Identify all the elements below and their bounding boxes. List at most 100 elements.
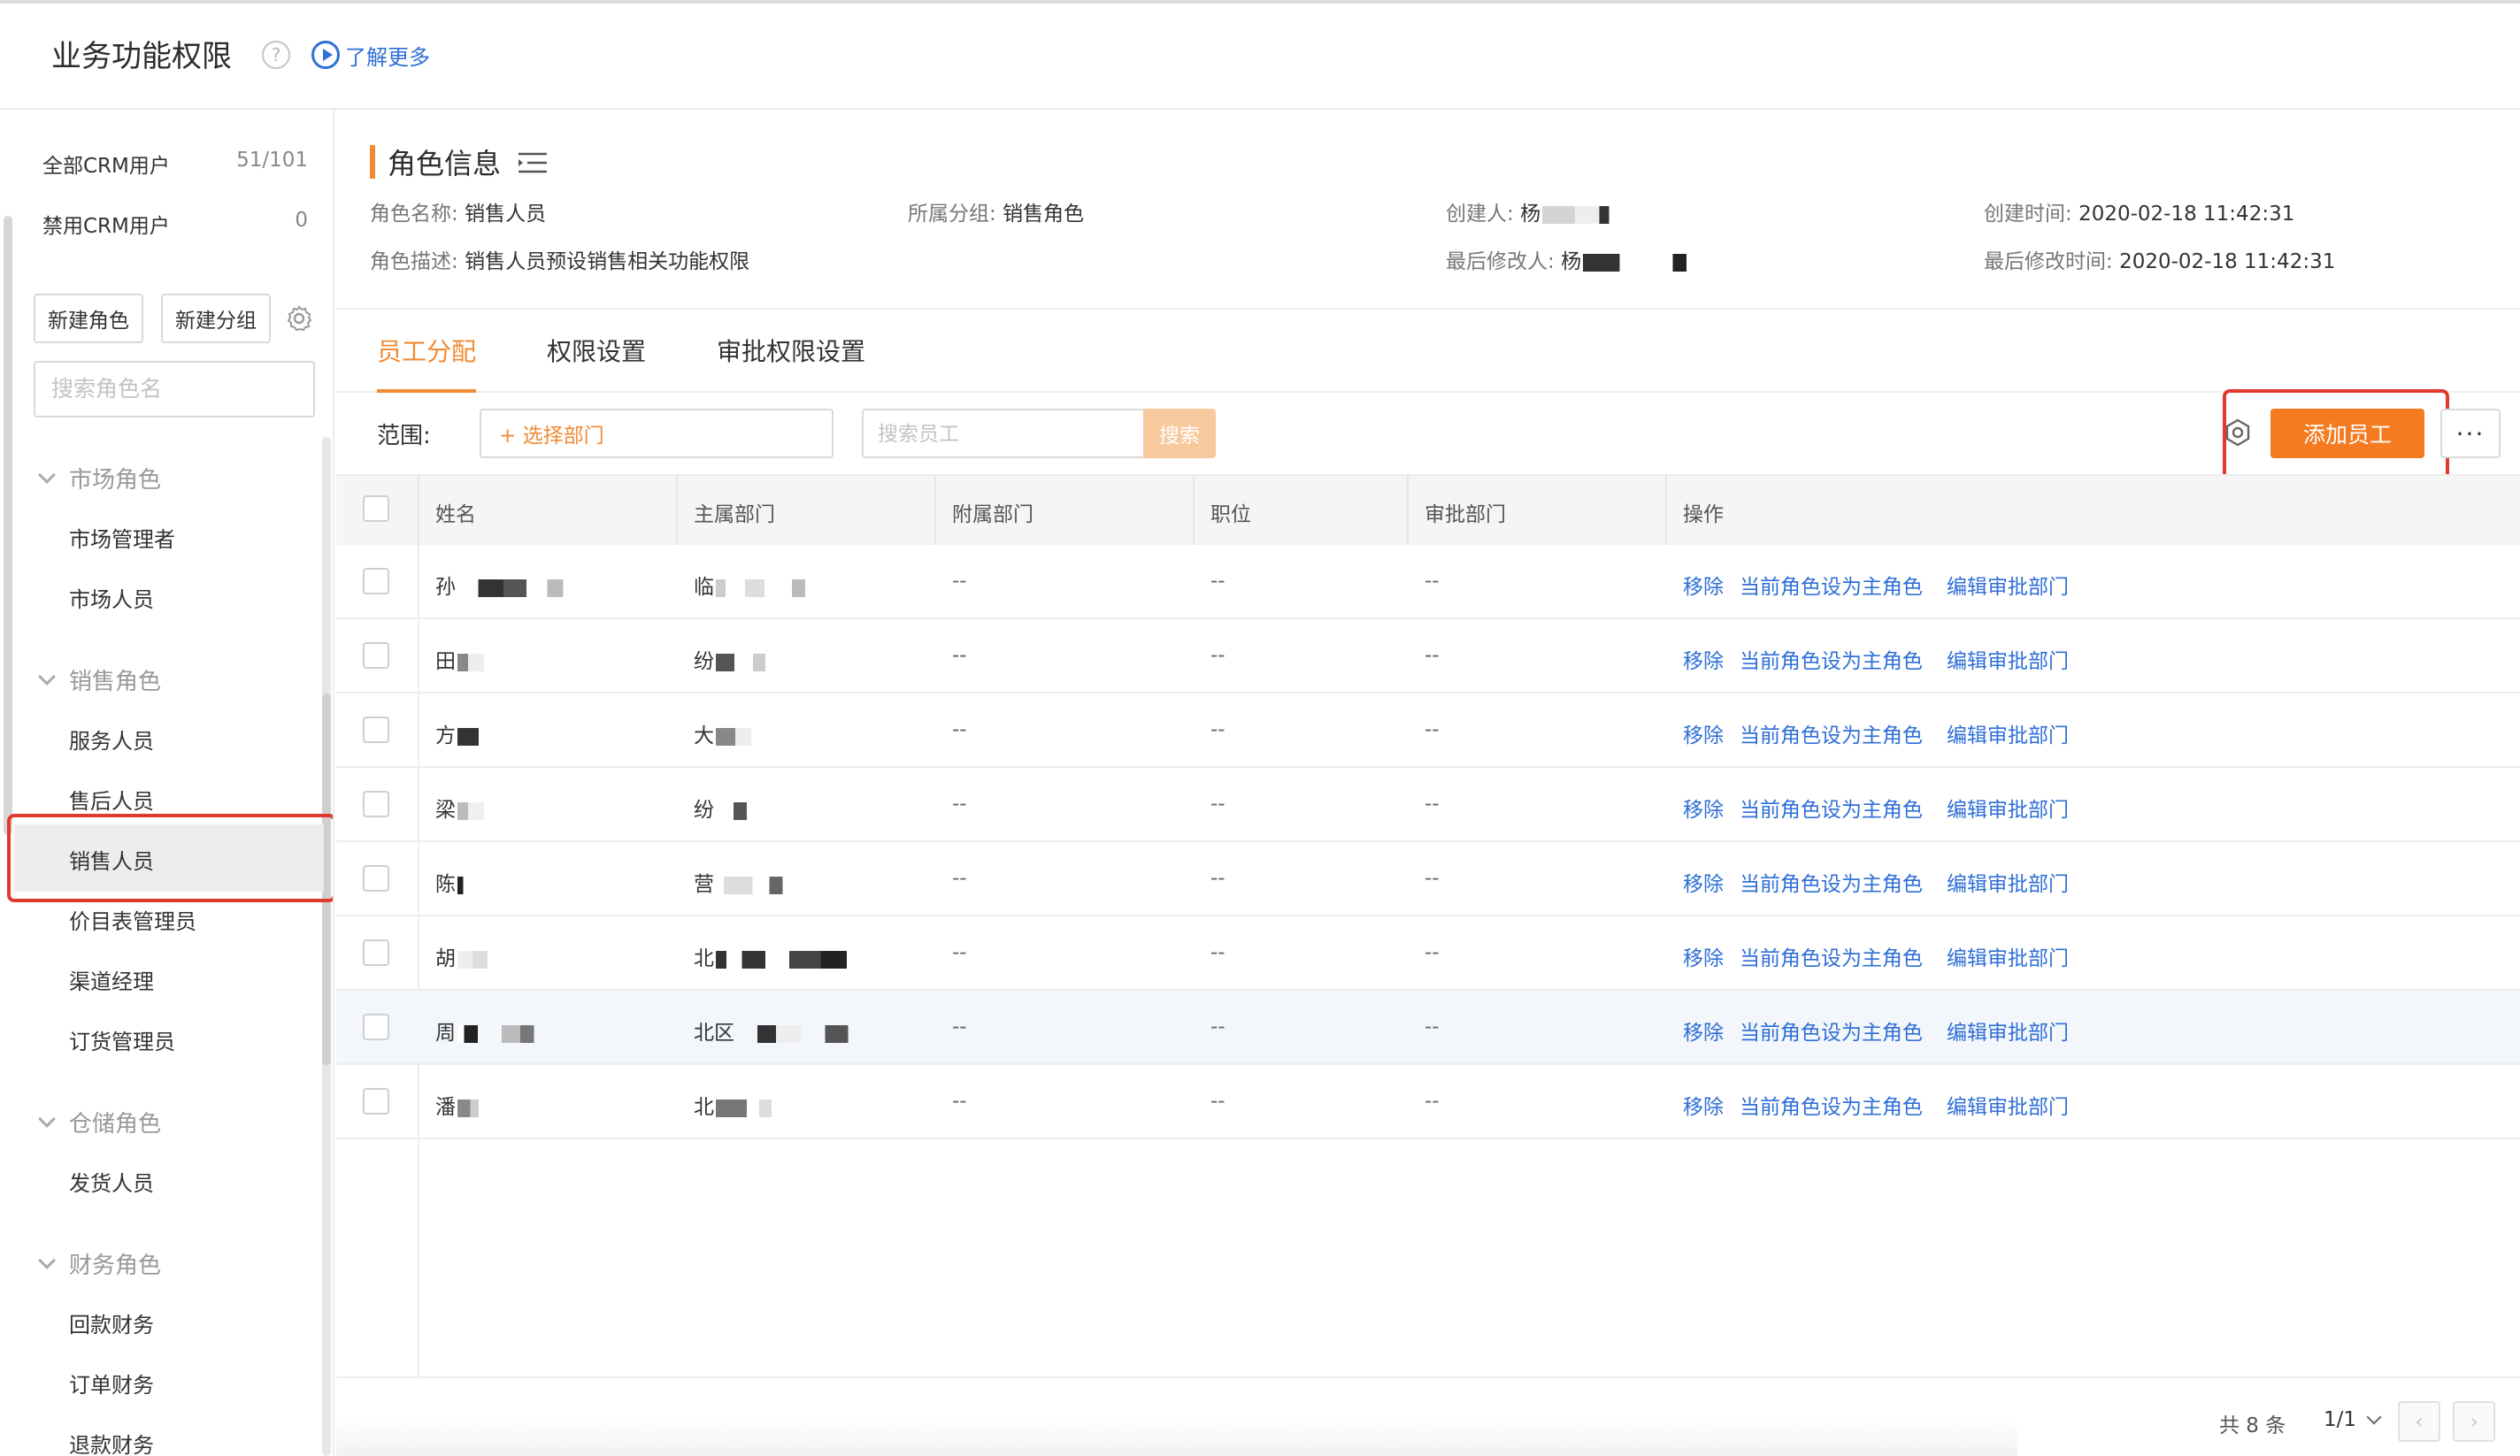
remove-link[interactable]: 移除: [1683, 793, 1724, 823]
cell-name: 陈: [435, 867, 472, 897]
page-indicator: 1/1: [2324, 1408, 2357, 1431]
table-row[interactable]: 梁 纷 -- -- -- 移除 当前角色设为主角色 编辑审批部门: [336, 768, 2520, 842]
role-name-field: 角色名称: 销售人员: [370, 203, 547, 226]
column-header-main-dept[interactable]: 主属部门: [694, 497, 775, 527]
department-select[interactable]: + 选择部门: [480, 409, 834, 458]
set-primary-role-link[interactable]: 当前角色设为主角色: [1740, 793, 1923, 823]
remove-link[interactable]: 移除: [1683, 867, 1724, 897]
learn-more-label: 了解更多: [345, 44, 430, 70]
sidebar-item-order-admin[interactable]: 订货管理员: [69, 1024, 175, 1055]
edit-approval-dept-link[interactable]: 编辑审批部门: [1947, 1015, 2069, 1046]
sidebar-item-price-list-admin[interactable]: 价目表管理员: [69, 904, 196, 935]
row-checkbox[interactable]: [363, 1014, 389, 1040]
tab-permission-settings[interactable]: 权限设置: [547, 333, 646, 368]
sidebar-scrollbar[interactable]: [322, 437, 331, 1456]
search-button[interactable]: 搜索: [1143, 409, 1216, 458]
row-checkbox[interactable]: [363, 865, 389, 892]
stat-all-crm-users[interactable]: 全部CRM用户 51/101: [42, 149, 308, 179]
remove-link[interactable]: 移除: [1683, 941, 1724, 971]
stat-count: 51/101: [236, 149, 308, 172]
new-role-button[interactable]: 新建角色: [34, 294, 143, 343]
table-row[interactable]: 胡 北 -- -- -- 移除 当前角色设为主角色 编辑审批部门: [336, 916, 2520, 991]
sidebar-outer-scrollbar[interactable]: [4, 216, 12, 835]
learn-more-link[interactable]: 了解更多: [311, 39, 430, 71]
sidebar-item-payment-finance[interactable]: 回款财务: [69, 1307, 154, 1338]
edit-approval-dept-link[interactable]: 编辑审批部门: [1947, 941, 2069, 971]
column-header-sub-dept[interactable]: 附属部门: [952, 497, 1033, 527]
employee-search-input[interactable]: [862, 409, 1143, 458]
stat-label: 禁用CRM用户: [42, 215, 170, 238]
select-all-checkbox[interactable]: [363, 495, 389, 522]
chevron-down-icon: [38, 1109, 56, 1128]
tab-employee-assignment[interactable]: 员工分配: [377, 333, 476, 368]
group-market-roles[interactable]: 市场角色: [38, 462, 161, 494]
set-primary-role-link[interactable]: 当前角色设为主角色: [1740, 941, 1923, 971]
edit-approval-dept-link[interactable]: 编辑审批部门: [1947, 793, 2069, 823]
sidebar-item-order-finance[interactable]: 订单财务: [69, 1368, 154, 1399]
group-label: 销售角色: [69, 669, 162, 695]
sidebar-item-channel-manager[interactable]: 渠道经理: [69, 964, 154, 995]
sidebar-item-after-sales[interactable]: 售后人员: [69, 784, 154, 815]
cell-approval-dept: --: [1425, 867, 1440, 890]
gear-icon[interactable]: [285, 304, 313, 333]
chevron-down-icon: [38, 465, 56, 484]
edit-approval-dept-link[interactable]: 编辑审批部门: [1947, 867, 2069, 897]
set-primary-role-link[interactable]: 当前角色设为主角色: [1740, 644, 1923, 674]
table-row[interactable]: 潘 北 -- -- -- 移除 当前角色设为主角色 编辑审批部门: [336, 1065, 2520, 1139]
table-row[interactable]: 陈 营 -- -- -- 移除 当前角色设为主角色 编辑审批部门: [336, 842, 2520, 916]
page-select[interactable]: 1/1: [2324, 1408, 2382, 1431]
edit-approval-dept-link[interactable]: 编辑审批部门: [1947, 570, 2069, 600]
row-checkbox[interactable]: [363, 717, 389, 743]
remove-link[interactable]: 移除: [1683, 1015, 1724, 1046]
edit-approval-dept-link[interactable]: 编辑审批部门: [1947, 1090, 2069, 1120]
cell-main-dept: 纷: [694, 644, 778, 674]
prev-page-button[interactable]: ‹: [2398, 1401, 2440, 1442]
row-checkbox[interactable]: [363, 1088, 389, 1115]
cell-name: 田: [435, 644, 484, 674]
row-checkbox[interactable]: [363, 568, 389, 594]
new-group-button[interactable]: 新建分组: [161, 294, 271, 343]
page-title: 业务功能权限: [51, 39, 232, 74]
stat-disabled-crm-users[interactable]: 禁用CRM用户 0: [42, 209, 308, 239]
column-divider: [1407, 474, 1409, 545]
group-finance-roles[interactable]: 财务角色: [38, 1247, 161, 1280]
table-row-hovered[interactable]: 周 北区 -- -- -- 移除 当前角色设为主角色 编辑审批部门: [336, 991, 2520, 1065]
row-checkbox[interactable]: [363, 642, 389, 669]
tab-approval-permission-settings[interactable]: 审批权限设置: [717, 333, 865, 368]
set-primary-role-link[interactable]: 当前角色设为主角色: [1740, 1090, 1923, 1120]
role-search-input[interactable]: [34, 361, 315, 418]
set-primary-role-link[interactable]: 当前角色设为主角色: [1740, 718, 1923, 748]
column-header-name[interactable]: 姓名: [435, 497, 476, 527]
row-checkbox[interactable]: [363, 791, 389, 817]
group-sales-roles[interactable]: 销售角色: [38, 663, 162, 696]
more-options-button[interactable]: ···: [2440, 409, 2501, 458]
remove-link[interactable]: 移除: [1683, 718, 1724, 748]
column-header-position[interactable]: 职位: [1210, 497, 1251, 527]
sidebar-item-service-staff[interactable]: 服务人员: [69, 724, 154, 755]
table-row[interactable]: 孙 临 -- -- -- 移除 当前角色设为主角色 编辑审批部门: [336, 545, 2520, 619]
cell-sub-dept: --: [952, 570, 967, 593]
remove-link[interactable]: 移除: [1683, 1090, 1724, 1120]
remove-link[interactable]: 移除: [1683, 570, 1724, 600]
next-page-button[interactable]: ›: [2453, 1401, 2495, 1442]
set-primary-role-link[interactable]: 当前角色设为主角色: [1740, 570, 1923, 600]
set-primary-role-link[interactable]: 当前角色设为主角色: [1740, 1015, 1923, 1046]
cell-sub-dept: --: [952, 1015, 967, 1038]
edit-approval-dept-link[interactable]: 编辑审批部门: [1947, 718, 2069, 748]
group-warehouse-roles[interactable]: 仓储角色: [38, 1106, 161, 1138]
list-collapse-icon[interactable]: [517, 150, 549, 175]
sidebar-item-refund-finance[interactable]: 退款财务: [69, 1428, 154, 1456]
sidebar-item-shipping-staff[interactable]: 发货人员: [69, 1166, 154, 1197]
set-primary-role-link[interactable]: 当前角色设为主角色: [1740, 867, 1923, 897]
sidebar-item-market-manager[interactable]: 市场管理者: [69, 522, 175, 553]
table-row[interactable]: 田 纷 -- -- -- 移除 当前角色设为主角色 编辑审批部门: [336, 619, 2520, 694]
row-checkbox[interactable]: [363, 939, 389, 966]
add-button-highlight-box: [2223, 389, 2449, 481]
footer-shadow: [336, 1421, 2017, 1456]
sidebar-item-market-staff[interactable]: 市场人员: [69, 582, 154, 613]
remove-link[interactable]: 移除: [1683, 644, 1724, 674]
edit-approval-dept-link[interactable]: 编辑审批部门: [1947, 644, 2069, 674]
help-icon[interactable]: ?: [262, 41, 290, 69]
column-header-approval-dept[interactable]: 审批部门: [1425, 497, 1506, 527]
table-row[interactable]: 方 大 -- -- -- 移除 当前角色设为主角色 编辑审批部门: [336, 694, 2520, 768]
